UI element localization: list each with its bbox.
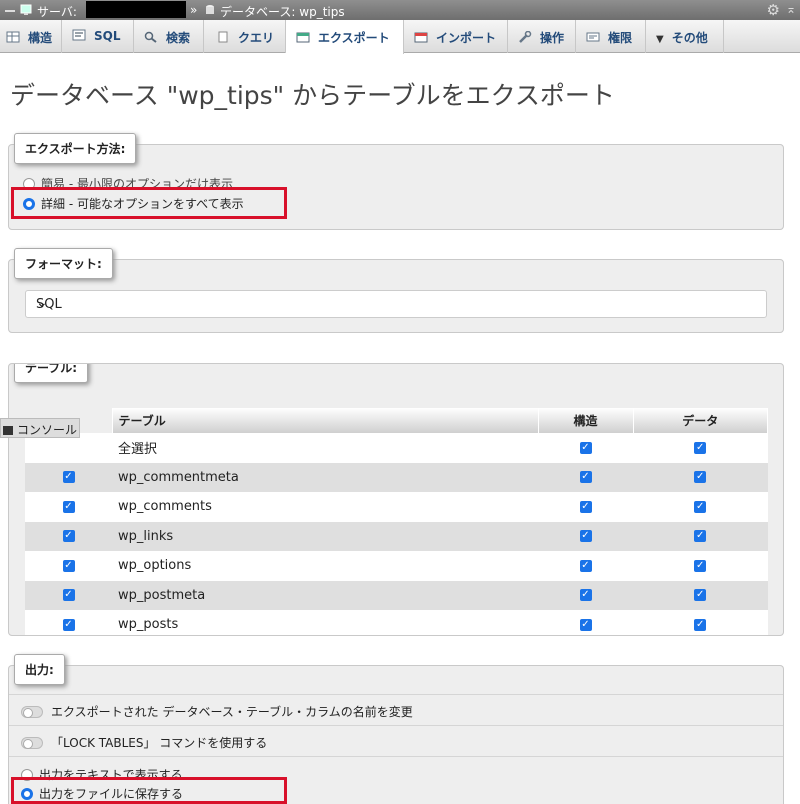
- table-name: wp_links: [112, 521, 538, 551]
- row-select-checkbox[interactable]: ✓: [62, 589, 75, 602]
- structure-checkbox[interactable]: ✓: [579, 530, 592, 543]
- structure-checkbox[interactable]: ✓: [579, 559, 592, 572]
- table-name: wp_posts: [112, 610, 538, 635]
- row-select-checkbox[interactable]: ✓: [62, 618, 75, 631]
- tab-label: エクスポート: [318, 31, 390, 45]
- tab-label: 権限: [608, 31, 633, 45]
- lock-option-row: 「LOCK TABLES」 コマンドを使用する: [9, 725, 783, 755]
- tab-privileges[interactable]: 権限: [576, 20, 646, 53]
- console-label: コンソール: [17, 423, 78, 437]
- tab-search[interactable]: 検索: [134, 20, 204, 53]
- data-checkbox[interactable]: ✓: [694, 530, 707, 543]
- tab-bar: 構造 SQL 検索 クエリ エクスポート インポート 操作 権限 ▼ その他: [0, 20, 800, 54]
- structure-checkbox[interactable]: ✓: [579, 471, 592, 484]
- select-all-data-checkbox[interactable]: ✓: [694, 441, 707, 454]
- header-structure[interactable]: 構造: [538, 408, 634, 433]
- row-select-checkbox[interactable]: ✓: [62, 471, 75, 484]
- page-title: データベース "wp_tips" からテーブルをエクスポート: [10, 81, 615, 110]
- highlight-box: [11, 187, 287, 219]
- server-icon: [20, 4, 32, 15]
- export-method-legend: エクスポート方法:: [14, 133, 137, 164]
- row-select-checkbox[interactable]: ✓: [62, 500, 75, 513]
- rename-option[interactable]: エクスポートされた データベース・テーブル・カラムの名前を変更: [21, 703, 413, 720]
- sql-icon: [72, 29, 86, 41]
- tab-import[interactable]: インポート: [404, 20, 508, 53]
- tab-label: その他: [671, 31, 708, 45]
- data-checkbox[interactable]: ✓: [694, 559, 707, 572]
- table-row: ✓ wp_commentmeta ✓ ✓: [25, 462, 768, 492]
- tab-label: 構造: [28, 31, 53, 45]
- search-icon: [144, 31, 157, 43]
- table-row: ✓ wp_comments ✓ ✓: [25, 492, 768, 522]
- tab-query[interactable]: クエリ: [204, 20, 286, 53]
- header-data[interactable]: データ: [633, 408, 768, 433]
- data-checkbox[interactable]: ✓: [694, 471, 707, 484]
- structure-checkbox[interactable]: ✓: [579, 589, 592, 602]
- tab-more[interactable]: ▼ その他: [646, 20, 724, 53]
- export-icon: [296, 32, 310, 43]
- breadcrumb-separator: »: [190, 3, 198, 17]
- tab-label: 操作: [540, 31, 565, 45]
- table-name: wp_postmeta: [112, 580, 538, 610]
- import-icon: [414, 32, 428, 43]
- privileges-icon: [586, 32, 600, 42]
- tab-sql[interactable]: SQL: [62, 20, 134, 53]
- query-icon: [218, 31, 228, 43]
- format-legend: フォーマット:: [14, 248, 113, 279]
- table-row: ✓ wp_links ✓ ✓: [25, 521, 768, 551]
- table-name: wp_comments: [112, 492, 538, 522]
- data-checkbox[interactable]: ✓: [694, 500, 707, 513]
- database-icon: [206, 5, 214, 14]
- breadcrumb-server[interactable]: サーバ:: [37, 3, 77, 20]
- collapse-icon[interactable]: [4, 4, 16, 16]
- rename-toggle[interactable]: [21, 706, 43, 718]
- console-toggle[interactable]: コンソール: [0, 418, 80, 438]
- format-fieldset: フォーマット: SQL ⌄: [8, 248, 784, 333]
- tab-label: クエリ: [238, 31, 275, 45]
- tab-operations[interactable]: 操作: [508, 20, 576, 53]
- tables-legend: テーブル:: [14, 364, 89, 383]
- wrench-icon: [519, 31, 532, 43]
- data-checkbox[interactable]: ✓: [694, 589, 707, 602]
- tab-export[interactable]: エクスポート: [286, 20, 404, 54]
- rename-label: エクスポートされた データベース・テーブル・カラムの名前を変更: [51, 705, 413, 719]
- table-name: wp_options: [112, 551, 538, 581]
- select-all-row: 全選択 ✓ ✓: [25, 433, 768, 463]
- highlight-box: [11, 777, 287, 804]
- table-row: ✓ wp_posts ✓ ✓: [25, 610, 768, 635]
- row-select-checkbox[interactable]: ✓: [62, 559, 75, 572]
- tab-label: インポート: [436, 31, 497, 45]
- breadcrumb-database[interactable]: データベース: wp_tips: [220, 3, 345, 20]
- row-select-checkbox[interactable]: ✓: [62, 530, 75, 543]
- table-row: ✓ wp_options ✓ ✓: [25, 551, 768, 581]
- structure-checkbox[interactable]: ✓: [579, 618, 592, 631]
- header-table[interactable]: テーブル: [112, 408, 539, 433]
- collapse-top-icon[interactable]: ⌅: [786, 2, 796, 16]
- chevron-down-icon: ▼: [656, 34, 664, 45]
- tables-fieldset: テーブル: テーブル 構造 データ 全選択 ✓ ✓ ✓ wp_commentme…: [8, 363, 784, 636]
- gear-icon[interactable]: ⚙: [767, 1, 780, 19]
- lock-tables-label: 「LOCK TABLES」 コマンドを使用する: [51, 736, 268, 750]
- console-icon: [3, 426, 13, 435]
- structure-icon: [6, 31, 20, 43]
- lock-tables-option[interactable]: 「LOCK TABLES」 コマンドを使用する: [21, 734, 267, 751]
- format-select[interactable]: SQL ⌄: [25, 290, 767, 318]
- select-all-label: 全選択: [112, 433, 538, 463]
- tab-label: 検索: [166, 31, 191, 45]
- table-header-row: テーブル 構造 データ: [25, 408, 768, 433]
- table-name: wp_commentmeta: [112, 462, 538, 492]
- tab-label: SQL: [94, 29, 121, 43]
- select-all-structure-checkbox[interactable]: ✓: [579, 441, 592, 454]
- output-legend: 出力:: [14, 654, 65, 685]
- data-checkbox[interactable]: ✓: [694, 618, 707, 631]
- redacted-server-name: [86, 1, 186, 18]
- tables-table: テーブル 構造 データ 全選択 ✓ ✓ ✓ wp_commentmeta ✓ ✓…: [25, 408, 768, 635]
- rename-option-row: エクスポートされた データベース・テーブル・カラムの名前を変更: [9, 694, 783, 724]
- breadcrumb: サーバ: » データベース: wp_tips ⚙ ⌅: [0, 0, 800, 20]
- structure-checkbox[interactable]: ✓: [579, 500, 592, 513]
- table-row: ✓ wp_postmeta ✓ ✓: [25, 580, 768, 610]
- tab-structure[interactable]: 構造: [0, 20, 62, 53]
- chevron-down-icon: ⌄: [36, 295, 48, 311]
- lock-tables-toggle[interactable]: [21, 737, 43, 749]
